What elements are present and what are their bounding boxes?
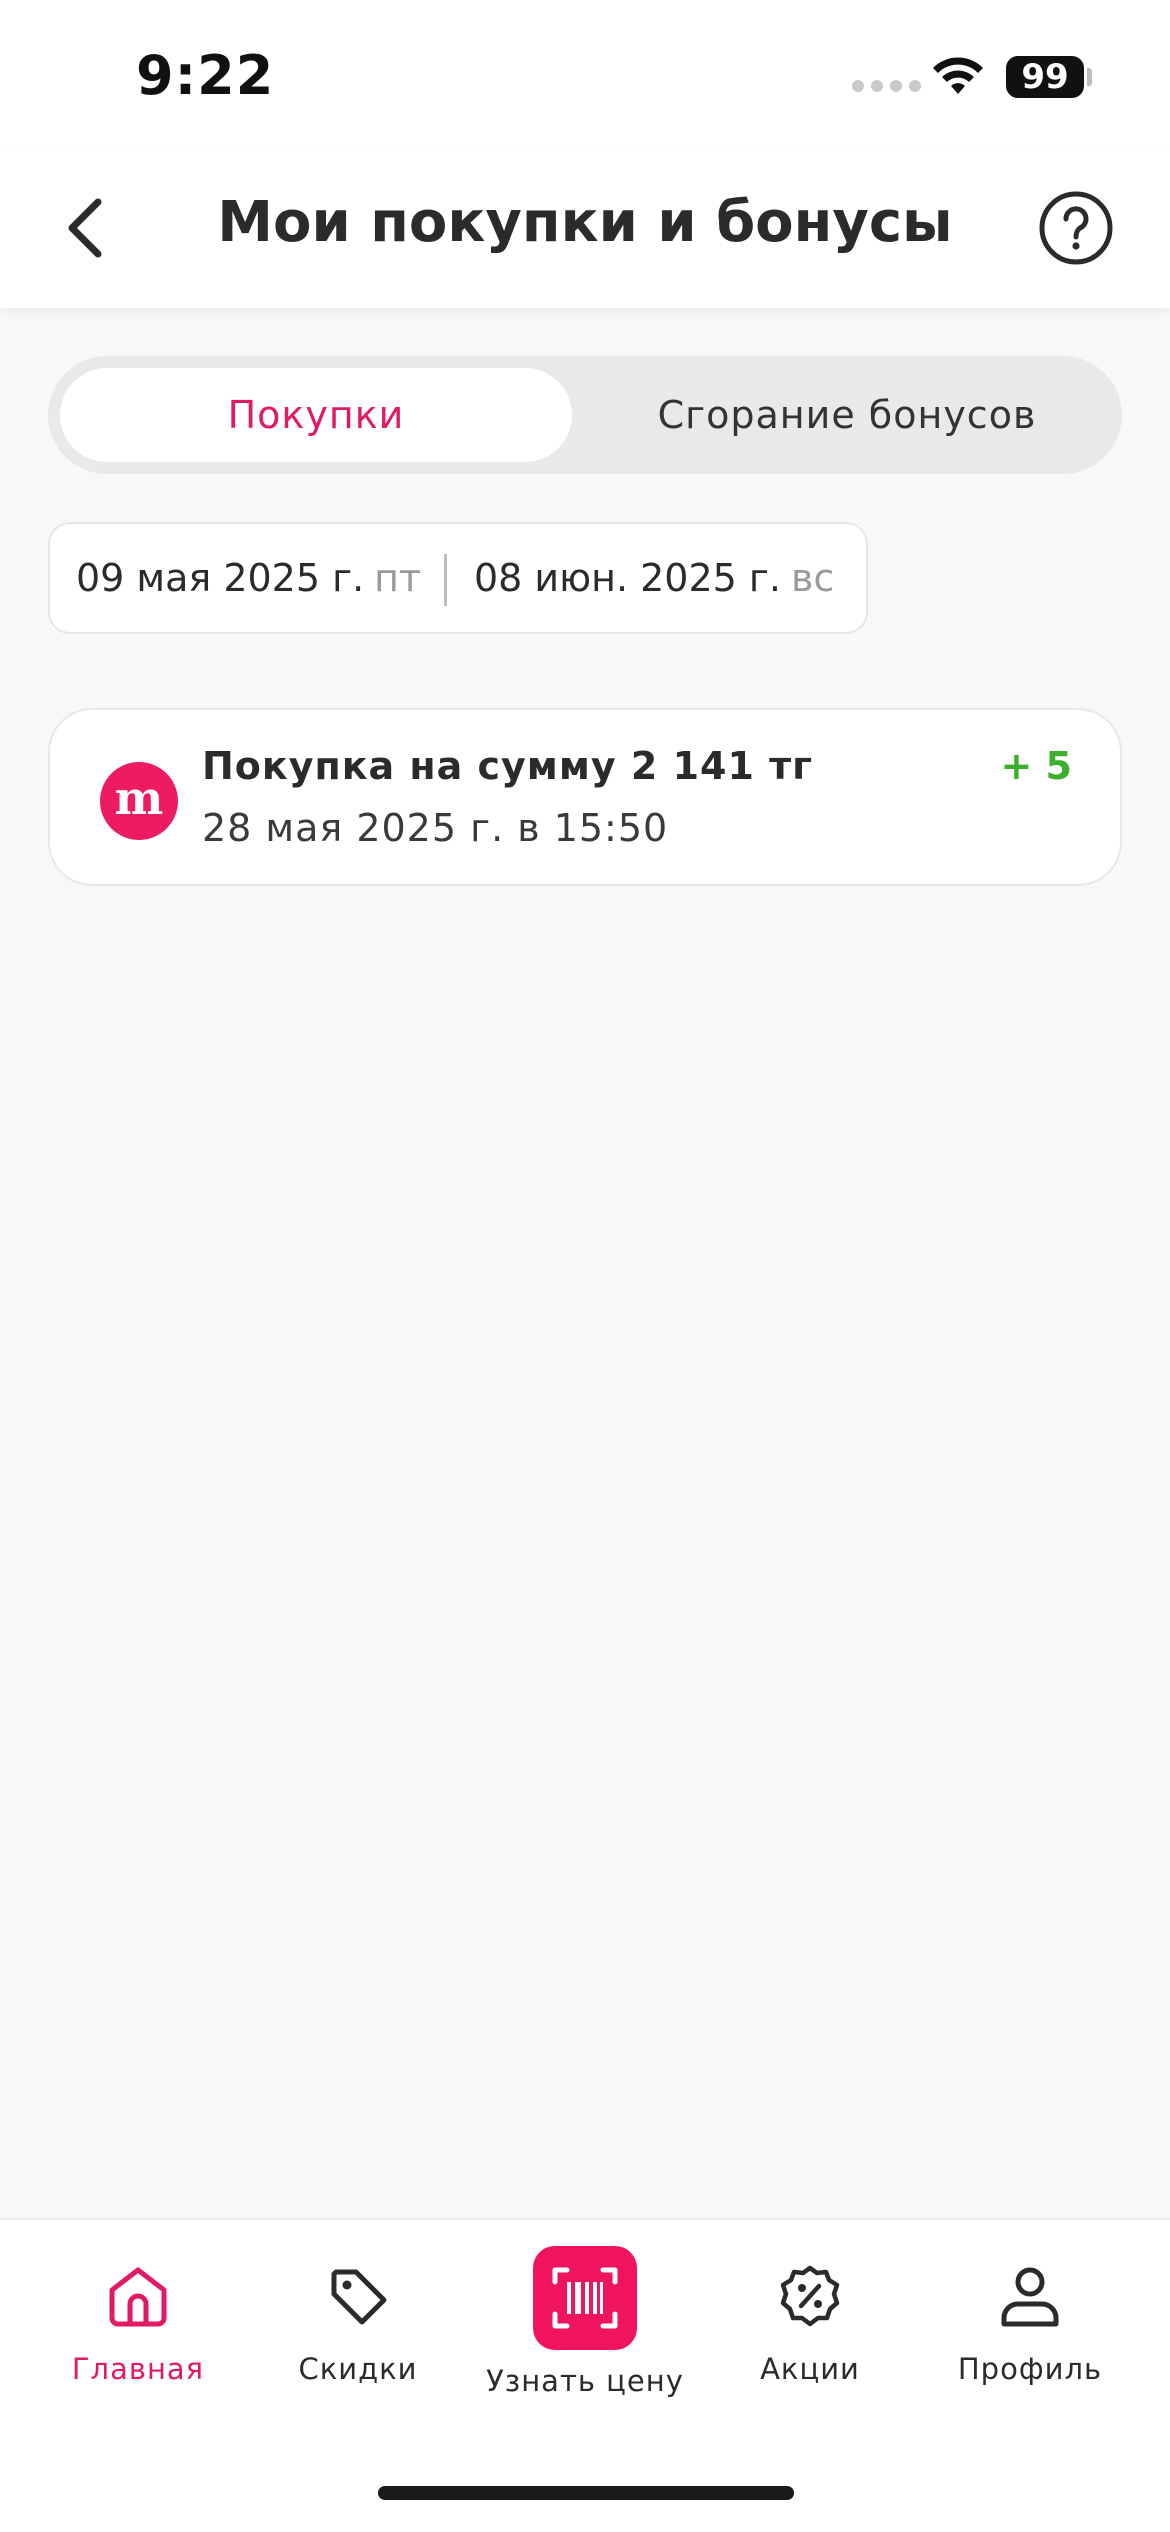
battery-tip: [1087, 68, 1092, 86]
date-to: 08 июн. 2025 г. вс: [474, 556, 834, 600]
tab-bar: Главная Скидки Узнать цену Акции Профиль: [0, 2218, 1170, 2532]
tab-purchases[interactable]: Покупки: [60, 368, 572, 462]
scan-button: [533, 2246, 637, 2350]
tab-profile-label: Профиль: [957, 2352, 1103, 2386]
page-title: Мои покупки и бонусы: [217, 190, 953, 255]
nav-header: Мои покупки и бонусы: [0, 150, 1170, 308]
percent-badge-icon: [780, 2265, 840, 2327]
home-indicator: [378, 2486, 794, 2500]
cellular-signal-icon: [852, 80, 921, 92]
wifi-icon: [933, 57, 983, 94]
status-time: 9:22: [136, 44, 275, 107]
purchase-card[interactable]: m Покупка на сумму 2 141 тг 28 мая 2025 …: [48, 708, 1122, 886]
tab-home[interactable]: Главная: [28, 2260, 248, 2410]
tag-icon: [331, 2269, 387, 2325]
store-logo-icon: m: [100, 762, 178, 840]
chevron-left-icon[interactable]: [48, 188, 128, 268]
tab-promotions-label: Акции: [760, 2352, 860, 2386]
barcode-scan-icon: [552, 2267, 618, 2329]
date-range-picker[interactable]: 09 мая 2025 г. пт 08 июн. 2025 г. вс: [48, 522, 868, 634]
question-circle-icon[interactable]: [1036, 188, 1116, 268]
tab-home-label: Главная: [71, 2352, 205, 2386]
home-icon: [109, 2267, 167, 2327]
tab-discounts[interactable]: Скидки: [248, 2260, 468, 2410]
battery-indicator: 99: [1006, 56, 1084, 98]
user-icon: [1001, 2267, 1059, 2327]
screen: 9:22 99 Мои покупки и бонусы Покупки Сго…: [0, 0, 1170, 2532]
tab-bonus-expiry[interactable]: Сгорание бонусов: [584, 368, 1110, 462]
date-from: 09 мая 2025 г. пт: [76, 556, 421, 600]
tab-check-price-label: Узнать цену: [486, 2364, 684, 2398]
date-separator: [444, 554, 447, 606]
purchase-datetime: 28 мая 2025 г. в 15:50: [202, 806, 669, 850]
bonus-amount: + 5: [1000, 744, 1072, 788]
segmented-control: Покупки Сгорание бонусов: [48, 356, 1122, 474]
date-from-weekday: пт: [374, 556, 422, 600]
date-to-value: 08 июн. 2025 г.: [474, 556, 781, 600]
tab-check-price[interactable]: Узнать цену: [475, 2246, 695, 2410]
purchase-title: Покупка на сумму 2 141 тг: [202, 744, 814, 788]
date-to-weekday: вс: [790, 556, 835, 600]
status-bar: 9:22 99: [0, 0, 1170, 150]
tab-promotions[interactable]: Акции: [700, 2260, 920, 2410]
tab-discounts-label: Скидки: [298, 2352, 418, 2386]
date-from-value: 09 мая 2025 г.: [76, 556, 365, 600]
tab-profile[interactable]: Профиль: [920, 2260, 1140, 2410]
